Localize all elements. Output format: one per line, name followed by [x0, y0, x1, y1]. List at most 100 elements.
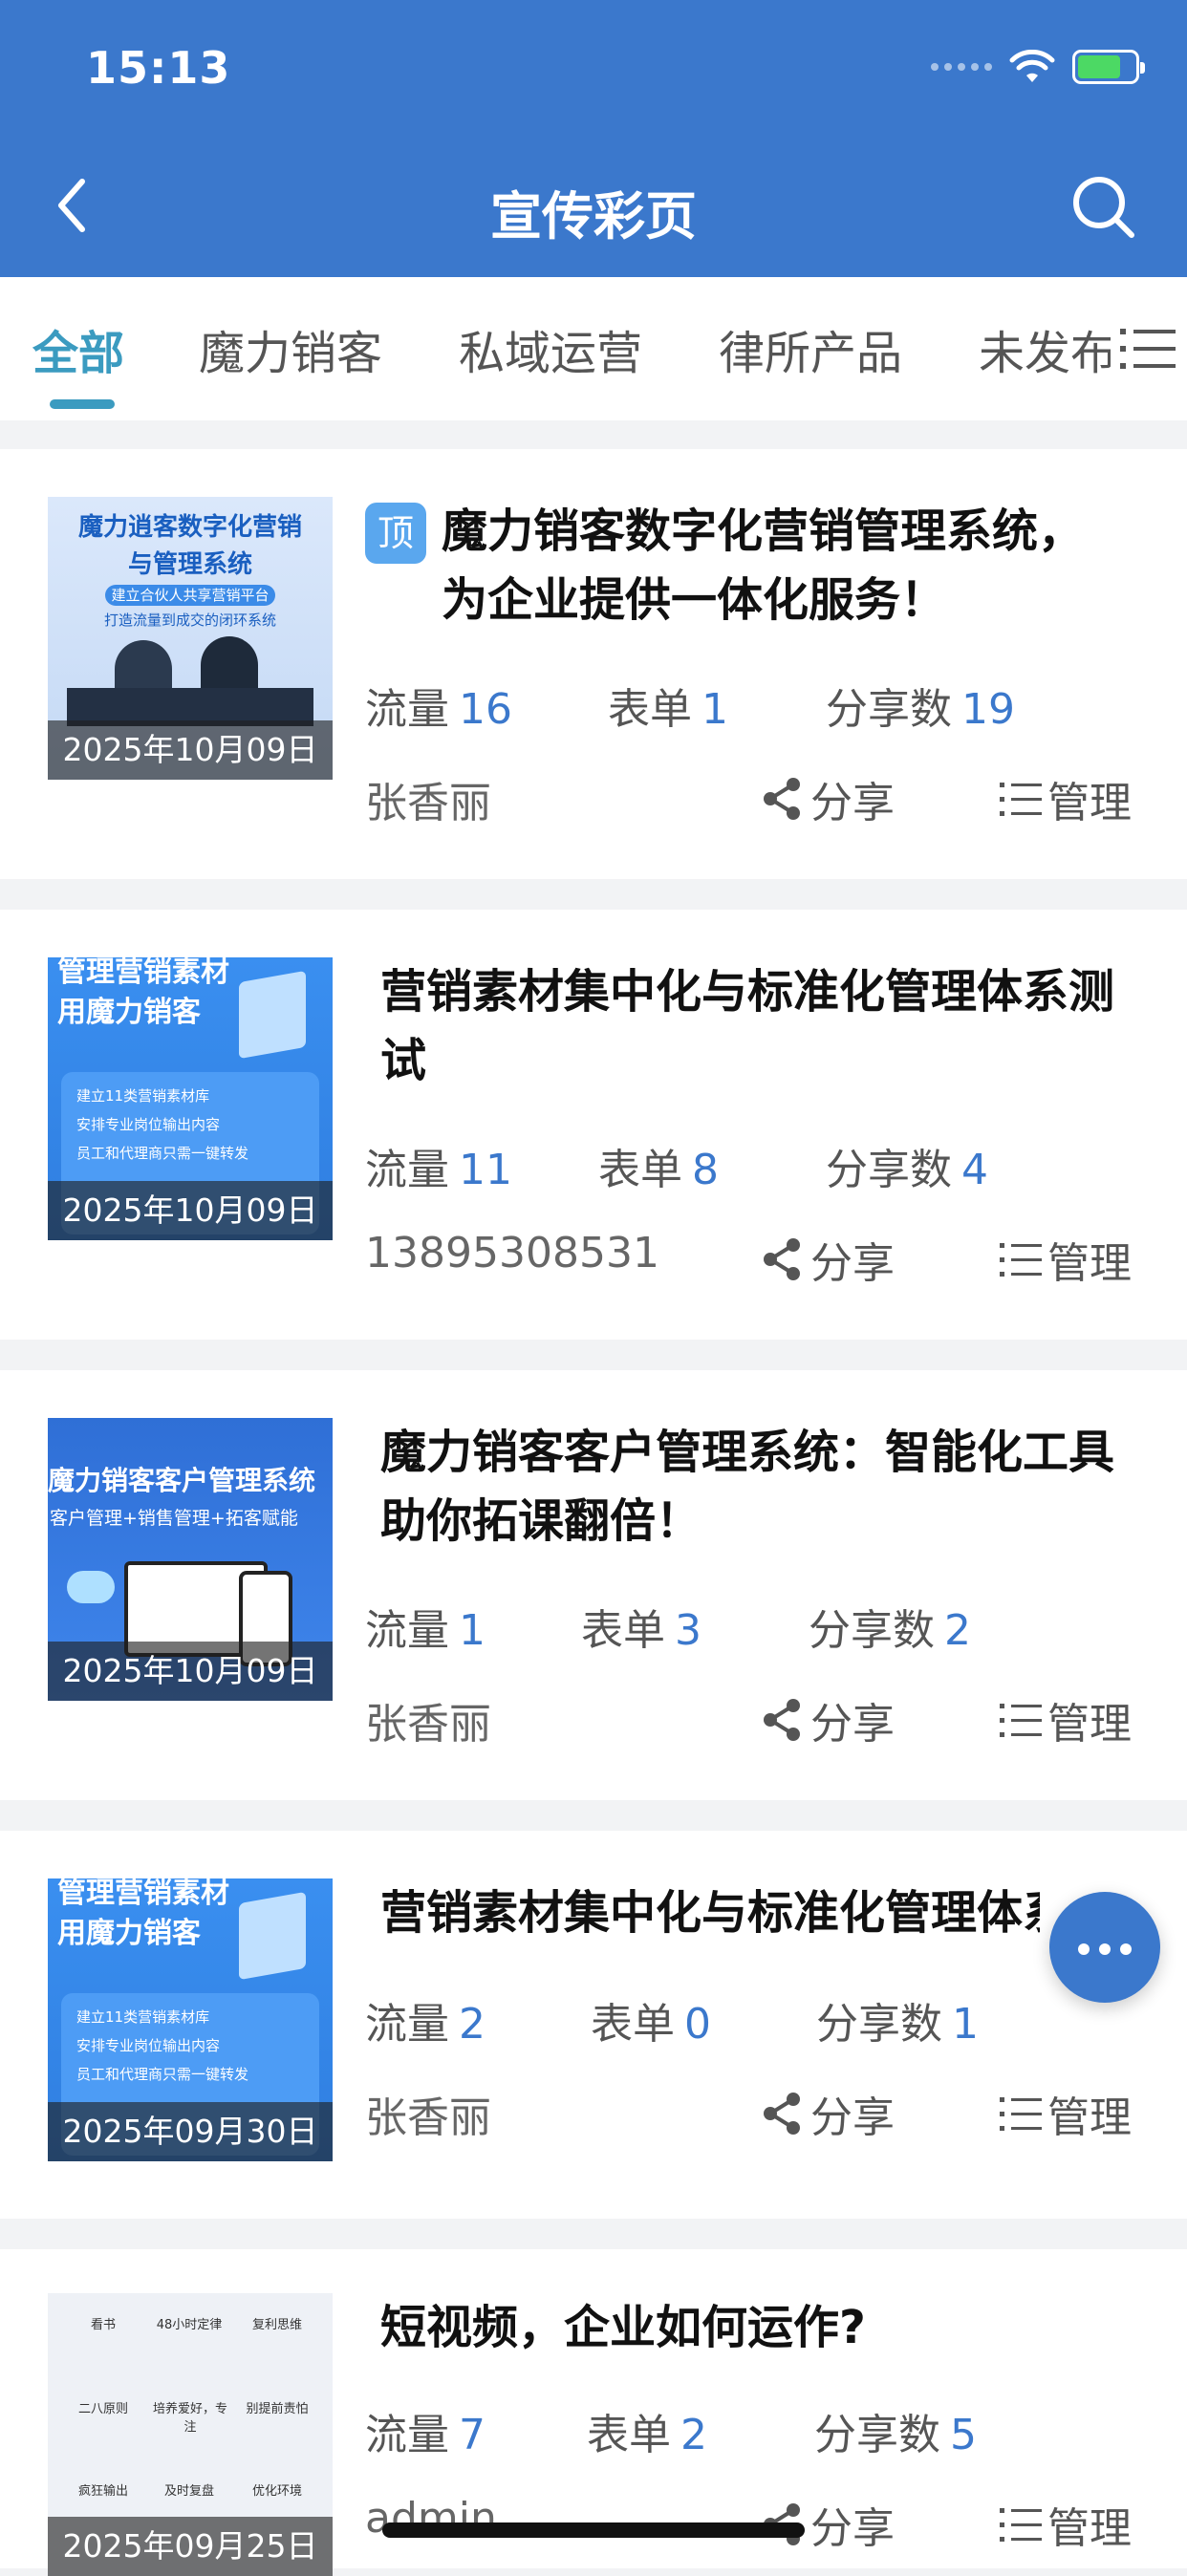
tab-private-domain[interactable]: 私域运营	[459, 315, 642, 382]
shares-label: 分享数	[814, 2411, 940, 2459]
thumb-bullet: 安排专业岗位输出内容	[76, 2037, 221, 2054]
tab-law-products[interactable]: 律所产品	[719, 315, 902, 382]
form-label: 表单	[587, 2411, 671, 2459]
thumb-heading: 管理营销素材	[57, 1878, 229, 1910]
thumb-bullet: 建立11类营销素材库	[76, 2008, 210, 2026]
thumbnail-image: 魔力逍客数字化营销 与管理系统 建立合伙人共享营销平台 打造流量到成交的闭环系统…	[48, 497, 333, 780]
share-label: 分享	[810, 1239, 895, 1288]
thumb-subtitle: 建立合伙人共享营销平台	[105, 585, 275, 606]
traffic-label: 流量	[365, 685, 449, 734]
shares-value: 1	[952, 2000, 979, 2049]
search-icon[interactable]	[1068, 172, 1137, 241]
traffic-stat: 流量 1	[365, 1596, 486, 1657]
thumb-subtitle: 客户管理+销售管理+拓客赋能	[50, 1508, 298, 1529]
list-icon	[1000, 783, 1042, 816]
wifi-icon	[1009, 50, 1055, 82]
list-item[interactable]: 魔力销客客户管理系统 客户管理+销售管理+拓客赋能 2025年10月09日 魔力…	[0, 1370, 1187, 1800]
list-icon	[1000, 1704, 1042, 1737]
thumb-heading: 管理营销素材	[57, 957, 229, 989]
more-dot-icon	[1120, 1943, 1132, 1955]
share-button[interactable]: 分享	[761, 2083, 895, 2144]
manage-button[interactable]: 管理	[1000, 1229, 1132, 1290]
form-value: 0	[684, 2000, 711, 2049]
traffic-value: 1	[459, 1606, 486, 1655]
thumb-cell: 48小时定律	[156, 2318, 223, 2332]
share-label: 分享	[810, 2504, 895, 2553]
share-icon	[764, 2093, 800, 2135]
share-count-stat: 分享数 5	[814, 2400, 977, 2461]
tab-all[interactable]: 全部	[32, 315, 124, 382]
publish-date: 2025年10月09日	[48, 720, 333, 780]
manage-label: 管理	[1047, 1239, 1132, 1288]
active-tab-indicator	[50, 399, 115, 409]
status-icons	[931, 50, 1145, 84]
thumb-heading: 魔力销客客户管理系统	[48, 1465, 316, 1496]
category-menu-icon[interactable]	[1120, 327, 1176, 371]
shares-label: 分享数	[816, 2000, 942, 2049]
manage-button[interactable]: 管理	[1000, 2083, 1132, 2144]
list-item[interactable]: 看书 48小时定律 复利思维 二八原则 培养爱好，专注 别提前责怕 疯狂输出 及…	[0, 2249, 1187, 2576]
manage-label: 管理	[1047, 2504, 1132, 2553]
form-value: 8	[692, 1146, 719, 1194]
list-icon	[1000, 2097, 1042, 2131]
thumb-cell: 复利思维	[251, 2318, 302, 2332]
thumbnail-image: 管理营销素材 用魔力销客 建立11类营销素材库 安排专业岗位输出内容 员工和代理…	[48, 957, 333, 1240]
author-name: 张香丽	[365, 2093, 491, 2142]
thumb-cell: 培养爱好，专注	[152, 2402, 227, 2435]
thumbnail-image: 管理营销素材 用魔力销客 建立11类营销素材库 安排专业岗位输出内容 员工和代理…	[48, 1878, 333, 2161]
thumb-cell: 看书	[90, 2318, 116, 2332]
traffic-stat: 流量 7	[365, 2400, 486, 2461]
thumb-illustration	[239, 970, 306, 1060]
share-count-stat: 分享数 1	[816, 1989, 979, 2050]
traffic-label: 流量	[365, 1146, 449, 1194]
manage-label: 管理	[1047, 2093, 1132, 2142]
traffic-stat: 流量 16	[365, 675, 512, 736]
form-label: 表单	[591, 2000, 675, 2049]
traffic-stat: 流量 2	[365, 1989, 486, 2050]
share-button[interactable]: 分享	[761, 1689, 895, 1750]
form-label: 表单	[581, 1606, 665, 1655]
shares-value: 5	[950, 2411, 977, 2459]
manage-button[interactable]: 管理	[1000, 2494, 1132, 2555]
shares-value: 4	[961, 1146, 988, 1194]
manage-label: 管理	[1047, 779, 1132, 827]
more-dot-icon	[1099, 1943, 1111, 1955]
manage-button[interactable]: 管理	[1000, 768, 1132, 829]
shares-label: 分享数	[826, 685, 952, 734]
thumb-heading: 用魔力销客	[57, 996, 201, 1029]
thumb-cell: 优化环境	[251, 2484, 302, 2499]
share-button[interactable]: 分享	[761, 1229, 895, 1290]
manage-button[interactable]: 管理	[1000, 1689, 1132, 1750]
more-dot-icon	[1078, 1943, 1090, 1955]
thumb-heading: 用魔力销客	[57, 1917, 201, 1950]
share-count-stat: 分享数 19	[826, 675, 1015, 736]
page-title: 宣传彩页	[490, 186, 697, 247]
cloud-illustration	[67, 1571, 115, 1603]
list-item[interactable]: 管理营销素材 用魔力销客 建立11类营销素材库 安排专业岗位输出内容 员工和代理…	[0, 1831, 1187, 2219]
more-actions-button[interactable]	[1049, 1892, 1160, 2003]
list-item[interactable]: 魔力逍客数字化营销 与管理系统 建立合伙人共享营销平台 打造流量到成交的闭环系统…	[0, 449, 1187, 879]
thumb-bullet: 员工和代理商只需一键转发	[76, 1145, 249, 1162]
list-item[interactable]: 管理营销素材 用魔力销客 建立11类营销素材库 安排专业岗位输出内容 员工和代理…	[0, 910, 1187, 1340]
traffic-value: 16	[459, 685, 512, 734]
share-label: 分享	[810, 779, 895, 827]
thumb-subtitle: 打造流量到成交的闭环系统	[103, 612, 276, 629]
item-title: 短视频，企业如何运作?	[380, 2301, 866, 2354]
list-icon	[1000, 1243, 1042, 1277]
author-name: 张香丽	[365, 1700, 491, 1749]
home-indicator[interactable]	[382, 2522, 805, 2538]
tab-moli-xiaoke[interactable]: 魔力销客	[199, 315, 382, 382]
share-button[interactable]: 分享	[761, 768, 895, 829]
tab-unpublished[interactable]: 未发布	[979, 315, 1116, 382]
app-header: 15:13 宣传彩页	[0, 0, 1187, 277]
traffic-value: 7	[459, 2411, 486, 2459]
item-title: 魔力销客客户管理系统：智能化工具助你拓课翻倍！	[380, 1426, 1115, 1548]
thumb-illustration	[239, 1891, 306, 1981]
traffic-label: 流量	[365, 2411, 449, 2459]
form-value: 3	[675, 1606, 701, 1655]
item-title: 营销素材集中化与标准化管理体系测试	[380, 965, 1115, 1087]
form-stat: 表单 0	[591, 1989, 711, 2050]
publish-date: 2025年09月25日	[48, 2517, 333, 2576]
item-title: 魔力销客数字化营销管理系统，为企业提供一体化服务！	[442, 504, 1085, 627]
thumbnail-image: 看书 48小时定律 复利思维 二八原则 培养爱好，专注 别提前责怕 疯狂输出 及…	[48, 2293, 333, 2576]
